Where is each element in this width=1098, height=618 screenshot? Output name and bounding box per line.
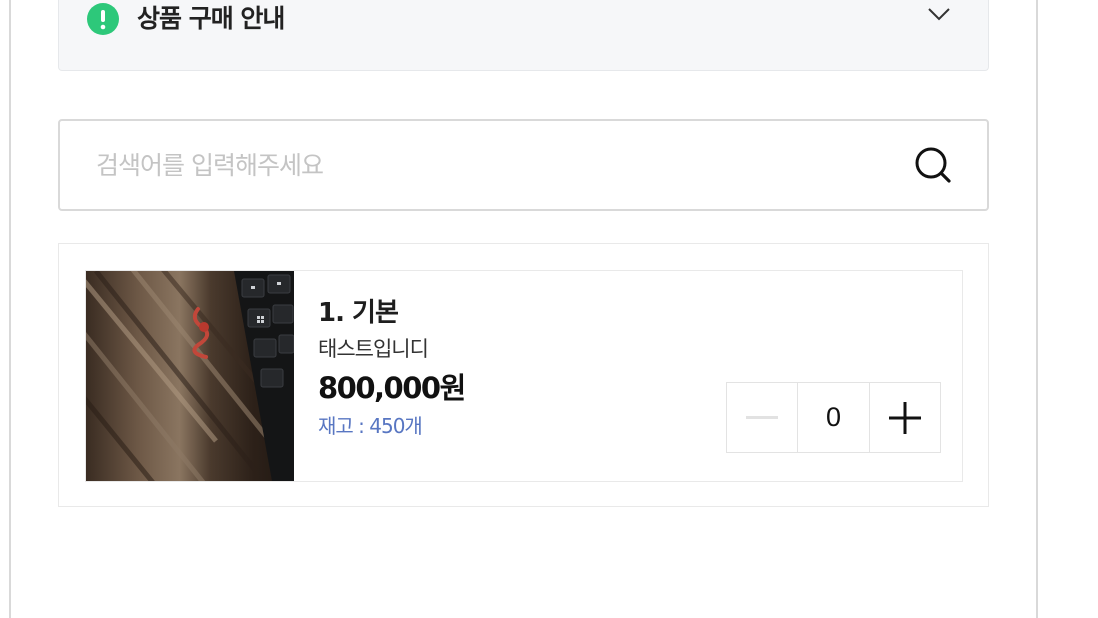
minus-icon [746, 415, 779, 419]
quantity-value-cell[interactable]: 0 [797, 383, 868, 452]
product-name: 1. 기본 [318, 298, 399, 328]
search-bar [58, 119, 989, 211]
exclamation-circle-icon [87, 3, 119, 35]
quantity-value: 0 [825, 402, 841, 432]
quantity-stepper: 0 [726, 382, 941, 453]
product-price: 800,000원 [318, 371, 466, 405]
notice-title: 상품 구매 안내 [137, 4, 285, 33]
product-photo [86, 271, 294, 481]
chevron-down-icon[interactable] [926, 4, 952, 24]
search-icon[interactable] [913, 145, 953, 185]
product-card: 1. 기본 태스트입니디 800,000원 재고 : 450개 0 [85, 270, 963, 482]
search-input[interactable] [96, 143, 876, 187]
product-list: 1. 기본 태스트입니디 800,000원 재고 : 450개 0 [58, 243, 989, 507]
decrement-button[interactable] [727, 383, 797, 452]
increment-button[interactable] [868, 383, 940, 452]
product-stock: 재고 : 450개 [318, 414, 423, 438]
purchase-notice-accordion[interactable]: 상품 구매 안내 [58, 0, 989, 71]
product-description: 태스트입니디 [318, 337, 429, 361]
product-info: 1. 기본 태스트입니디 800,000원 재고 : 450개 [318, 293, 466, 441]
plus-icon [888, 401, 921, 434]
